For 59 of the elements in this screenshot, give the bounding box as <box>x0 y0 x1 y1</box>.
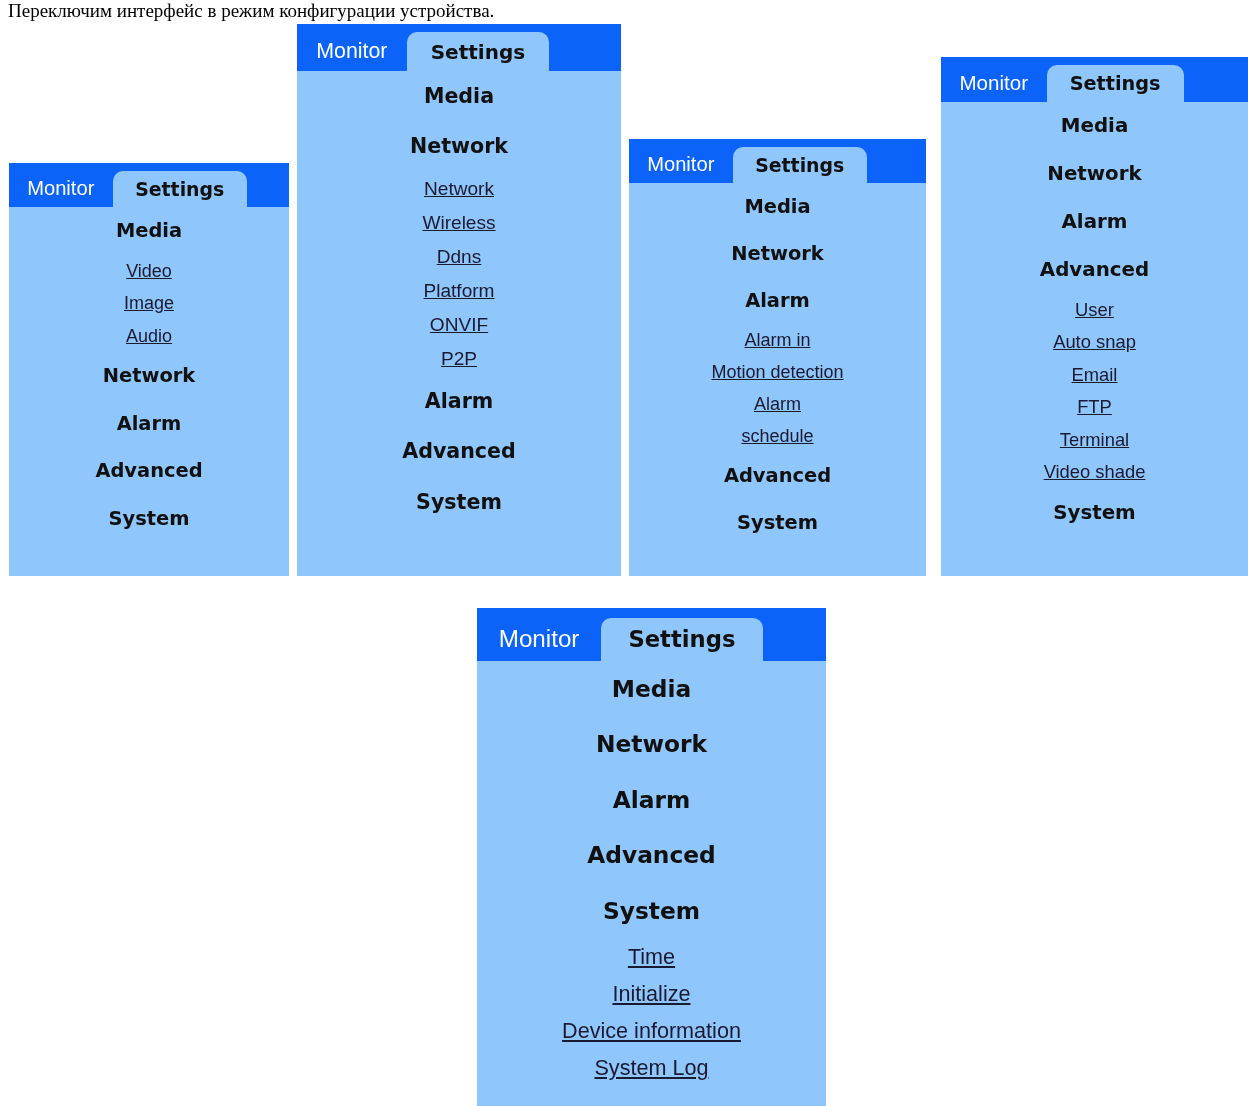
tab[interactable]: Settings <box>601 617 763 661</box>
menu-heading[interactable]: Advanced <box>1039 245 1150 294</box>
menu-link[interactable]: Network <box>424 171 494 206</box>
menu-heading[interactable]: System <box>602 882 701 939</box>
menu-link[interactable]: Initialize <box>612 975 691 1013</box>
menu-link[interactable]: Auto snap <box>1053 326 1136 359</box>
menu-heading[interactable]: Network <box>596 716 707 772</box>
menu-link[interactable]: Audio <box>125 319 172 352</box>
menu-link[interactable]: Alarm in <box>744 324 811 356</box>
tab[interactable]: Monitor <box>629 146 733 183</box>
menu-link[interactable]: Video <box>126 254 172 287</box>
menu-heading[interactable]: Alarm <box>424 375 494 427</box>
menu-heading[interactable]: System <box>108 494 190 542</box>
menu-link[interactable]: Ddns <box>436 239 482 274</box>
menu-heading[interactable]: Alarm <box>745 277 810 324</box>
menu-heading[interactable]: Media <box>1060 101 1129 150</box>
menu-heading[interactable]: System <box>1053 488 1136 537</box>
tab[interactable]: Settings <box>1046 65 1184 102</box>
menu-heading[interactable]: Alarm <box>116 399 182 447</box>
menu-link[interactable]: ONVIF <box>429 307 489 342</box>
menu-heading[interactable]: Advanced <box>723 452 832 499</box>
menu-heading[interactable]: System <box>416 476 502 528</box>
tab[interactable]: Settings <box>406 32 550 71</box>
menu-heading[interactable]: Alarm <box>1061 197 1128 246</box>
menu-heading[interactable]: Media <box>115 207 183 255</box>
menu-link[interactable]: System Log <box>594 1049 709 1087</box>
menu-link[interactable]: Device information <box>562 1012 741 1050</box>
tab[interactable]: Settings <box>732 146 867 183</box>
menu-link[interactable]: Motion detection <box>711 356 844 388</box>
tab[interactable]: Monitor <box>297 32 407 71</box>
caption-text: Переключим интерфейс в режим конфигурации устройства. <box>8 0 495 22</box>
tab[interactable]: Settings <box>112 170 247 207</box>
tab[interactable]: Monitor <box>941 65 1047 102</box>
menu-heading[interactable]: Advanced <box>402 426 516 477</box>
menu-heading[interactable]: Network <box>1047 149 1142 198</box>
menu-link[interactable]: User <box>1075 293 1114 327</box>
menu-heading[interactable]: Network <box>409 121 509 172</box>
menu-link[interactable]: P2P <box>440 341 477 376</box>
menu-heading[interactable]: Network <box>102 352 196 400</box>
menu-heading[interactable]: Network <box>731 230 824 277</box>
menu-link[interactable]: Email <box>1071 358 1118 392</box>
tab[interactable]: Monitor <box>9 170 113 207</box>
menu-link[interactable]: Image <box>124 287 174 320</box>
menu-link[interactable]: Video shade <box>1043 456 1146 489</box>
menu-link[interactable]: schedule <box>741 420 814 452</box>
menu-link[interactable]: Platform <box>423 273 495 308</box>
menu-heading[interactable]: Media <box>744 183 811 230</box>
menu-heading[interactable]: System <box>737 499 818 546</box>
menu-heading[interactable]: Media <box>611 660 692 717</box>
menu-heading[interactable]: Advanced <box>587 827 716 883</box>
menu-link[interactable]: Alarm <box>754 388 801 420</box>
menu-link[interactable]: FTP <box>1077 391 1112 424</box>
tab[interactable]: Monitor <box>477 617 602 661</box>
menu-heading[interactable]: Alarm <box>612 771 691 828</box>
menu-link[interactable]: Terminal <box>1059 423 1130 457</box>
menu-heading[interactable]: Advanced <box>95 447 203 495</box>
menu-link[interactable]: Time <box>627 938 676 976</box>
menu-heading[interactable]: Media <box>423 70 495 122</box>
menu-link[interactable]: Wireless <box>422 205 496 240</box>
